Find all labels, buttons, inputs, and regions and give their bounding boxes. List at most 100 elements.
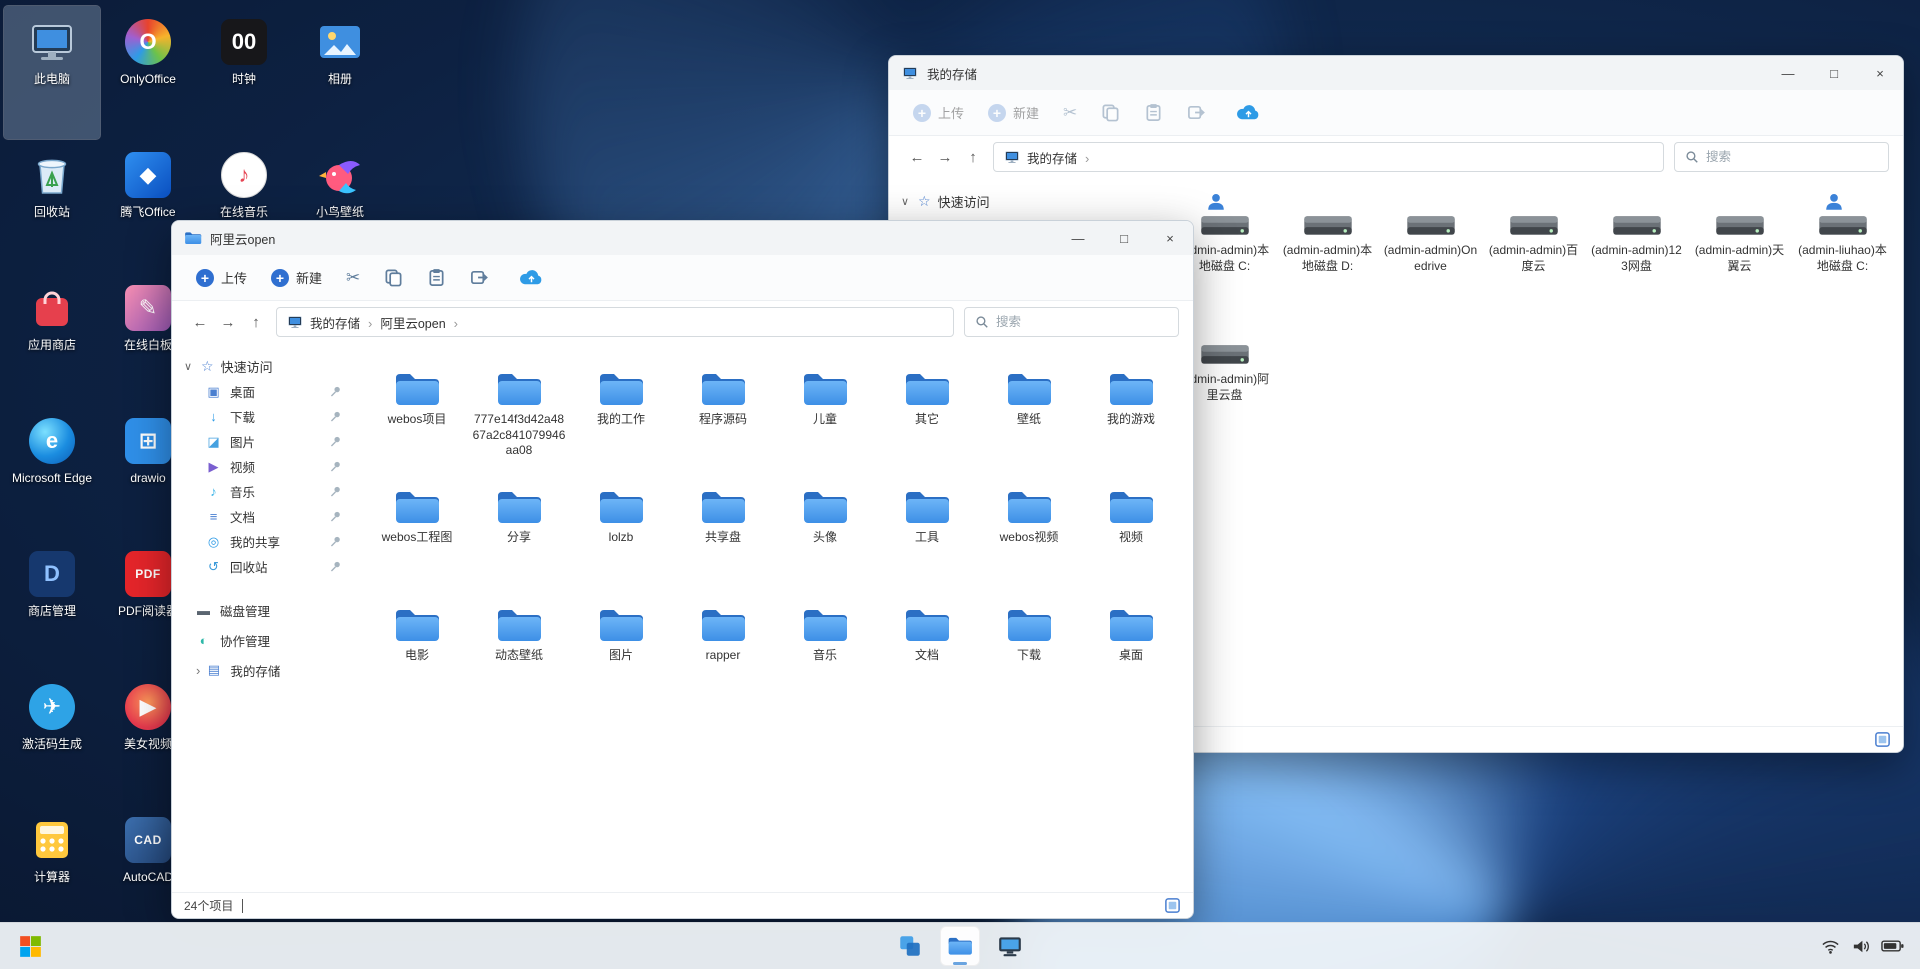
- forward-button[interactable]: →: [931, 149, 959, 166]
- battery-icon[interactable]: [1881, 939, 1904, 953]
- sidebar-item[interactable]: ↓ 下载: [182, 404, 358, 429]
- pin-icon[interactable]: [329, 410, 342, 423]
- folder-item[interactable]: webos工程图: [366, 483, 468, 601]
- copy-icon[interactable]: [1101, 103, 1120, 122]
- folder-item[interactable]: 图片: [570, 601, 672, 719]
- new-button[interactable]: + 新建: [263, 264, 330, 291]
- folder-item[interactable]: 桌面: [1080, 601, 1182, 719]
- folder-item[interactable]: webos项目: [366, 365, 468, 483]
- search-input[interactable]: [996, 315, 1168, 329]
- up-button[interactable]: ↑: [242, 314, 270, 331]
- desktop-icon[interactable]: 回收站: [4, 139, 100, 272]
- folder-item[interactable]: 分享: [468, 483, 570, 601]
- cloud-sync-icon[interactable]: [1236, 104, 1261, 121]
- folder-item[interactable]: 程序源码: [672, 365, 774, 483]
- address-bar[interactable]: 我的存储阿里云open: [276, 307, 954, 337]
- folder-item[interactable]: 其它: [876, 365, 978, 483]
- desktop-icon[interactable]: ✈ 激活码生成: [4, 671, 100, 804]
- folder-item[interactable]: webos视频: [978, 483, 1080, 601]
- search-box[interactable]: [964, 307, 1179, 337]
- forward-button[interactable]: →: [214, 314, 242, 331]
- breadcrumb-item[interactable]: 我的存储: [310, 313, 380, 332]
- cloud-sync-icon[interactable]: [519, 269, 544, 286]
- desktop-icon[interactable]: 计算器: [4, 804, 100, 937]
- folder-item[interactable]: 儿童: [774, 365, 876, 483]
- folder-item[interactable]: 下载: [978, 601, 1080, 719]
- paste-icon[interactable]: [427, 268, 446, 287]
- sidebar-item[interactable]: ◎ 我的共享: [182, 529, 358, 554]
- sidebar-item[interactable]: ↺ 回收站: [182, 554, 358, 579]
- folder-item[interactable]: 音乐: [774, 601, 876, 719]
- copy-icon[interactable]: [384, 268, 403, 287]
- maximize-button[interactable]: □: [1811, 56, 1857, 90]
- minimize-button[interactable]: —: [1055, 221, 1101, 255]
- search-input[interactable]: [1706, 150, 1878, 164]
- folder-item[interactable]: 视频: [1080, 483, 1182, 601]
- wifi-icon[interactable]: [1821, 937, 1840, 956]
- sidebar-item[interactable]: ▶ 视频: [182, 454, 358, 479]
- folder-item[interactable]: rapper: [672, 601, 774, 719]
- folder-item[interactable]: 文档: [876, 601, 978, 719]
- folder-item[interactable]: 共享盘: [672, 483, 774, 601]
- pin-icon[interactable]: [329, 435, 342, 448]
- sidebar-section[interactable]: ▬ 磁盘管理: [182, 595, 358, 625]
- up-button[interactable]: ↑: [959, 149, 987, 166]
- move-icon[interactable]: [470, 268, 489, 287]
- new-button[interactable]: + 新建: [980, 99, 1047, 126]
- move-icon[interactable]: [1187, 103, 1206, 122]
- sidebar-item[interactable]: ♪ 音乐: [182, 479, 358, 504]
- desktop-icon[interactable]: D 商店管理: [4, 538, 100, 671]
- sidebar-item[interactable]: ◪ 图片: [182, 429, 358, 454]
- sidebar-section[interactable]: ◐ 协作管理: [182, 625, 358, 655]
- drive-item[interactable]: (admin-admin)123网盘: [1585, 188, 1688, 317]
- pin-icon[interactable]: [329, 385, 342, 398]
- start-button[interactable]: [10, 926, 50, 966]
- volume-icon[interactable]: [1851, 937, 1870, 956]
- desktop-icon[interactable]: 应用商店: [4, 272, 100, 405]
- folder-item[interactable]: 777e14f3d42a4867a2c841079946aa08: [468, 365, 570, 483]
- address-bar[interactable]: 我的存储: [993, 142, 1664, 172]
- file-explorer-button[interactable]: [940, 926, 980, 966]
- desktop-icon[interactable]: 相册: [292, 6, 388, 139]
- folder-item[interactable]: lolzb: [570, 483, 672, 601]
- desktop-icon[interactable]: 此电脑: [4, 6, 100, 139]
- drive-item[interactable]: (admin-liuhao)本地磁盘 C:: [1791, 188, 1894, 317]
- cut-icon[interactable]: ✂: [1055, 103, 1085, 123]
- quick-access-header[interactable]: ∨ ☆ 快速访问: [899, 188, 1129, 214]
- breadcrumb-item[interactable]: 阿里云open: [380, 313, 466, 332]
- minimize-button[interactable]: —: [1765, 56, 1811, 90]
- close-button[interactable]: ×: [1857, 56, 1903, 90]
- pin-icon[interactable]: [329, 510, 342, 523]
- breadcrumb-item[interactable]: 我的存储: [1027, 148, 1097, 167]
- quick-access-header[interactable]: ∨ ☆ 快速访问: [182, 353, 358, 379]
- task-view-button[interactable]: [890, 926, 930, 966]
- folder-item[interactable]: 我的工作: [570, 365, 672, 483]
- desktop-icon[interactable]: O OnlyOffice: [100, 6, 196, 139]
- drive-item[interactable]: (admin-admin)百度云: [1482, 188, 1585, 317]
- back-button[interactable]: ←: [903, 149, 931, 166]
- title-bar[interactable]: 阿里云open — □ ×: [172, 221, 1193, 255]
- title-bar[interactable]: 我的存储 — □ ×: [889, 56, 1903, 90]
- sidebar-item[interactable]: ≡ 文档: [182, 504, 358, 529]
- folder-item[interactable]: 头像: [774, 483, 876, 601]
- upload-button[interactable]: + 上传: [188, 264, 255, 291]
- upload-button[interactable]: + 上传: [905, 99, 972, 126]
- folder-item[interactable]: 壁纸: [978, 365, 1080, 483]
- paste-icon[interactable]: [1144, 103, 1163, 122]
- desktop-icon[interactable]: 00 时钟: [196, 6, 292, 139]
- pin-icon[interactable]: [329, 485, 342, 498]
- pin-icon[interactable]: [329, 560, 342, 573]
- folder-item[interactable]: 动态壁纸: [468, 601, 570, 719]
- search-box[interactable]: [1674, 142, 1889, 172]
- maximize-button[interactable]: □: [1101, 221, 1147, 255]
- remote-desktop-button[interactable]: [990, 926, 1030, 966]
- pin-icon[interactable]: [329, 460, 342, 473]
- cut-icon[interactable]: ✂: [338, 268, 368, 288]
- view-toggle-icon[interactable]: [1164, 897, 1181, 914]
- close-button[interactable]: ×: [1147, 221, 1193, 255]
- back-button[interactable]: ←: [186, 314, 214, 331]
- pin-icon[interactable]: [329, 535, 342, 548]
- folder-item[interactable]: 工具: [876, 483, 978, 601]
- sidebar-item[interactable]: ▣ 桌面: [182, 379, 358, 404]
- folder-item[interactable]: 我的游戏: [1080, 365, 1182, 483]
